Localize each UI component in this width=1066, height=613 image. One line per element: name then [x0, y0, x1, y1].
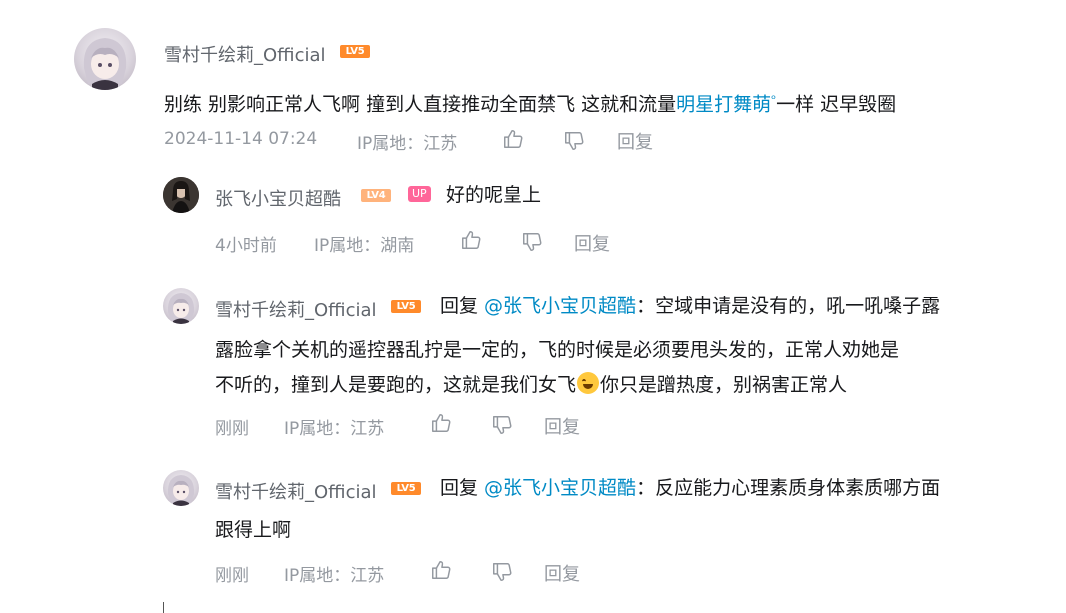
search-link[interactable]: 明星打舞萌 — [676, 93, 771, 115]
like-icon[interactable] — [430, 559, 452, 581]
ip-location: IP属地：江苏 — [284, 566, 385, 586]
mention-link[interactable]: @张飞小宝贝超酷 — [484, 295, 636, 317]
ip-location: IP属地：江苏 — [357, 134, 458, 154]
reply-text: 回复 @张飞小宝贝超酷：反应能力心理素质身体素质哪方面 — [440, 469, 940, 507]
avatar[interactable] — [163, 177, 199, 213]
avatar[interactable] — [163, 470, 199, 506]
timestamp: 刚刚 — [215, 419, 249, 439]
reply-text: 好的呢皇上 — [446, 184, 542, 206]
level-badge: LV4 — [361, 189, 391, 202]
like-icon[interactable] — [502, 128, 524, 150]
comment-text: 别练 别影响正常人飞啊 撞到人直接推动全面禁飞 这就和流量明星打舞萌ᵒ一样 迟早… — [164, 80, 1044, 123]
comment-text-part: 一样 迟早毁圈 — [776, 93, 897, 116]
up-badge: UP — [408, 186, 431, 202]
comment-text-part: 别练 别影响正常人飞啊 撞到人直接推动全面禁飞 这就和流量 — [164, 93, 677, 116]
reply-prefix: 回复 — [440, 477, 485, 499]
reply-button[interactable]: 回复 — [617, 128, 653, 154]
reply-text-part: 不听的，撞到人是要跑的，这就是我们女飞 — [215, 374, 577, 396]
dislike-icon[interactable] — [491, 561, 513, 583]
username[interactable]: 雪村千绘莉_Official — [215, 478, 377, 504]
username[interactable]: 雪村千绘莉_Official — [164, 41, 326, 67]
laughing-emoji-icon — [577, 372, 600, 394]
avatar[interactable] — [163, 288, 199, 324]
reply-text-line: 露脸拿个关机的遥控器乱拧是一定的，飞的时候是必须要甩头发的，正常人劝她是 — [215, 339, 900, 361]
dislike-icon[interactable] — [491, 414, 513, 436]
reply-button[interactable]: 回复 — [544, 560, 580, 586]
reply-text-part: ：反应能力心理素质身体素质哪方面 — [636, 477, 941, 499]
reply-button[interactable]: 回复 — [574, 230, 610, 256]
username[interactable]: 张飞小宝贝超酷 — [215, 185, 341, 211]
timestamp: 2024-11-14 07:24 — [164, 129, 318, 149]
dislike-icon[interactable] — [563, 130, 585, 152]
reply-button[interactable]: 回复 — [544, 413, 580, 439]
level-badge: LV5 — [391, 300, 421, 313]
mention-link[interactable]: @张飞小宝贝超酷 — [484, 477, 636, 499]
ip-location: IP属地：江苏 — [284, 419, 385, 439]
dislike-icon[interactable] — [521, 231, 543, 253]
reply-text: 回复 @张飞小宝贝超酷：空域申请是没有的，吼一吼嗓子露 — [440, 287, 940, 325]
text-cursor — [163, 602, 164, 613]
level-badge: LV5 — [340, 45, 370, 58]
timestamp: 4小时前 — [215, 236, 277, 256]
avatar[interactable] — [74, 28, 136, 90]
timestamp: 刚刚 — [215, 566, 249, 586]
username[interactable]: 雪村千绘莉_Official — [215, 296, 377, 322]
ip-location: IP属地：湖南 — [314, 236, 415, 256]
reply-text-line: 跟得上啊 — [215, 519, 292, 541]
level-badge: LV5 — [391, 482, 421, 495]
reply-text-part: 你只是蹭热度，别祸害正常人 — [600, 374, 848, 396]
reply-prefix: 回复 — [440, 295, 485, 317]
like-icon[interactable] — [430, 412, 452, 434]
reply-text-part: ：空域申请是没有的，吼一吼嗓子露 — [636, 295, 941, 317]
reply-text-line: 不听的，撞到人是要跑的，这就是我们女飞 你只是蹭热度，别祸害正常人 — [215, 366, 847, 404]
like-icon[interactable] — [460, 229, 482, 251]
